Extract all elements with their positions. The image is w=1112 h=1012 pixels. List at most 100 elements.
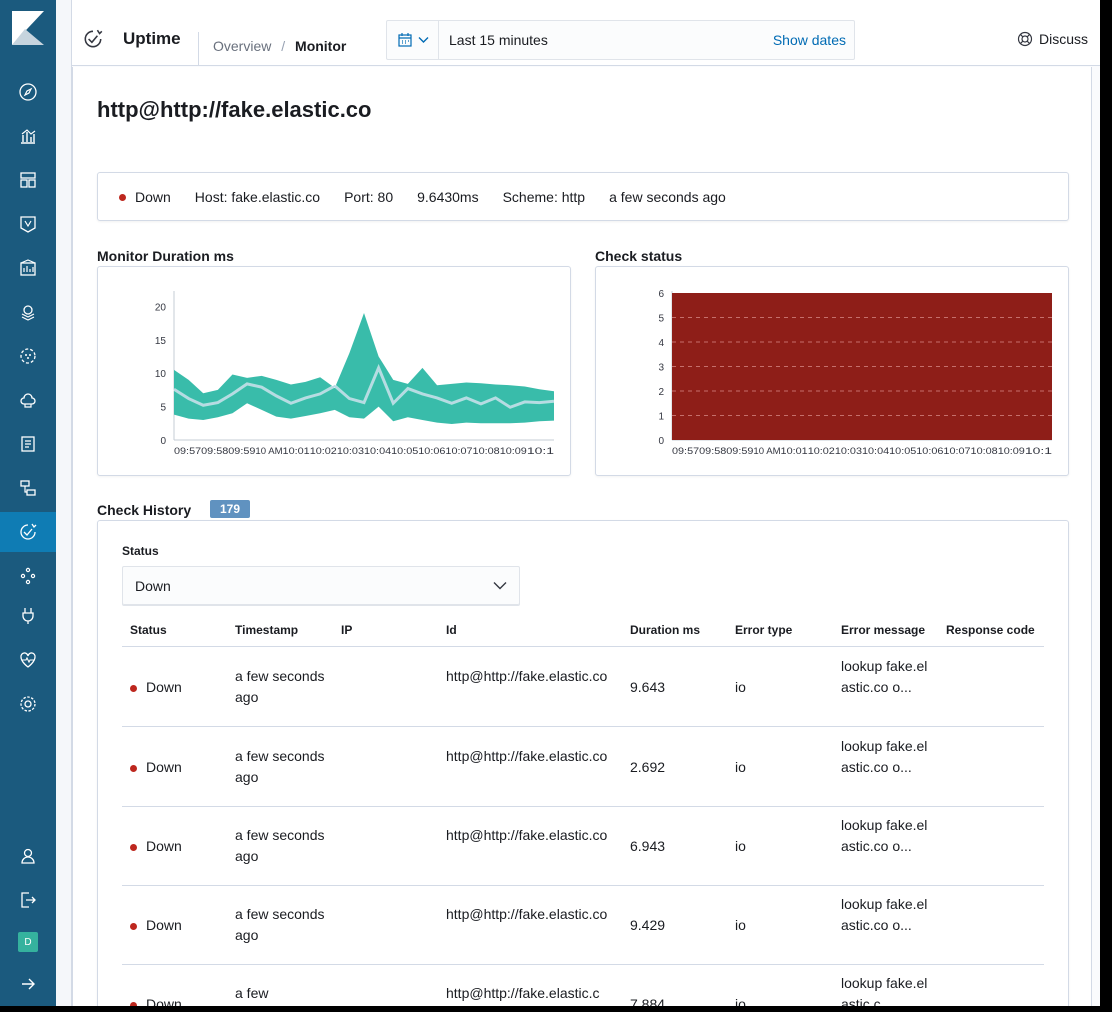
row-error-type: io — [735, 838, 746, 854]
x-tick-label: 10:1 — [527, 446, 554, 456]
ml-icon[interactable] — [0, 292, 56, 332]
row-id: http@http://fake.elastic.co — [446, 748, 608, 764]
status-filter-select[interactable]: Down — [122, 566, 520, 606]
col-error-message[interactable]: Error message — [841, 623, 925, 637]
table-row: Down a few seconds ago http@http://fake.… — [122, 806, 1044, 886]
x-tick-label: 10:03 — [835, 446, 862, 456]
row-duration: 2.692 — [630, 759, 666, 775]
x-tick-label: 10 AM — [255, 446, 282, 456]
row-error-message[interactable]: lookup fake.elastic.co o... — [841, 736, 931, 778]
monitoring-icon[interactable] — [0, 596, 56, 636]
discover-icon[interactable] — [0, 72, 56, 112]
col-response-code[interactable]: Response code — [946, 623, 1035, 637]
table-row: Down a few seconds ago http@http://fake.… — [122, 727, 1044, 807]
row-error-type: io — [735, 917, 746, 933]
check-history-panel: Status Down Status Timestamp IP Id Durat… — [97, 520, 1069, 1006]
row-timestamp: a few seconds ago — [235, 827, 325, 864]
row-error-message[interactable]: lookup fake.elastic.co o... — [841, 894, 931, 936]
date-range-text[interactable]: Last 15 minutes — [449, 32, 548, 48]
chevron-down-icon — [493, 582, 507, 590]
row-status-text: Down — [146, 759, 182, 775]
x-tick-label: 10:09 — [998, 446, 1025, 456]
col-id[interactable]: Id — [446, 623, 457, 637]
date-picker: Last 15 minutes Show dates — [386, 20, 855, 60]
col-status[interactable]: Status — [130, 623, 167, 637]
row-status-text: Down — [146, 917, 182, 933]
collapse-icon[interactable] — [0, 964, 56, 1004]
row-error-message[interactable]: lookup fake.elastic.c — [841, 973, 931, 1006]
row-id: http@http://fake.elastic.c — [446, 985, 600, 1001]
show-dates-link[interactable]: Show dates — [773, 32, 846, 48]
col-error-type[interactable]: Error type — [735, 623, 792, 637]
x-tick-label: 10:04 — [862, 446, 889, 456]
row-status: Down — [130, 677, 182, 698]
y-tick-label: 3 — [658, 363, 664, 374]
side-nav: D — [0, 0, 56, 1006]
x-tick-label: 10:05 — [889, 446, 916, 456]
canvas-icon[interactable] — [0, 204, 56, 244]
status-dot — [119, 194, 126, 202]
visualize-icon[interactable] — [0, 116, 56, 156]
heartbeat-icon[interactable] — [0, 640, 56, 680]
breadcrumb-overview[interactable]: Overview — [213, 38, 271, 54]
duration-chart-panel: 0 5 10 15 20 09:57 09:58 09:59 10 AM 10:01 10:02 10… — [97, 266, 571, 476]
x-tick-label: 10:09 — [500, 446, 527, 456]
table-row: Down a few http@http://fake.elastic.c 7.… — [122, 964, 1044, 1006]
duration-chart: 0510152009:57 09:58 09:59 10 AM 10:01 10:02 10… — [155, 291, 555, 456]
uptime-icon[interactable] — [0, 512, 56, 552]
quick-select-button[interactable] — [387, 21, 439, 59]
status-dot — [130, 922, 137, 930]
x-tick-label: 09:58 — [699, 446, 726, 456]
top-bar: Uptime Overview / Monitor Last 15 minute… — [72, 0, 1100, 66]
row-status: Down — [130, 757, 182, 778]
col-ip[interactable]: IP — [341, 623, 352, 637]
row-error-type: io — [735, 759, 746, 775]
logout-icon[interactable] — [0, 880, 56, 920]
maps-icon[interactable] — [0, 248, 56, 288]
y-tick-label: 5 — [658, 314, 664, 325]
table-row: Down a few seconds ago http@http://fake.… — [122, 647, 1044, 727]
apm-icon[interactable] — [0, 424, 56, 464]
x-tick-label: 10:06 — [418, 446, 445, 456]
duration-chart-title: Monitor Duration ms — [97, 248, 234, 264]
nav-separator — [56, 0, 72, 1006]
x-tick-label: 10:04 — [364, 446, 391, 456]
y-tick-label: 10 — [155, 369, 167, 380]
x-tick-label: 10:05 — [391, 446, 418, 456]
dashboard-icon[interactable] — [0, 160, 56, 200]
row-error-message[interactable]: lookup fake.elastic.co o... — [841, 656, 931, 698]
monitor-status-bar: Down Host: fake.elastic.co Port: 80 9.64… — [97, 172, 1069, 221]
row-timestamp: a few seconds ago — [235, 668, 325, 705]
breadcrumb-divider — [198, 32, 199, 66]
x-tick-label: 10:1 — [1025, 446, 1052, 456]
row-id: http@http://fake.elastic.co — [446, 827, 608, 843]
user-icon[interactable] — [0, 836, 56, 876]
row-timestamp: a few — [235, 985, 269, 1001]
x-tick-label: 10:02 — [310, 446, 337, 456]
user-avatar[interactable]: D — [0, 922, 56, 962]
col-duration[interactable]: Duration ms — [630, 623, 700, 637]
discuss-button[interactable]: Discuss — [1017, 31, 1088, 47]
x-tick-label: 09:57 — [174, 446, 201, 456]
row-error-message[interactable]: lookup fake.elastic.co o... — [841, 815, 931, 857]
x-tick-label: 10:07 — [943, 446, 970, 456]
x-tick-label: 10:03 — [337, 446, 364, 456]
kibana-logo[interactable] — [0, 0, 56, 56]
x-tick-label: 09:59 — [726, 446, 753, 456]
infrastructure-icon[interactable] — [0, 336, 56, 376]
logs-icon[interactable] — [0, 380, 56, 420]
x-tick-label: 09:57 — [672, 446, 699, 456]
row-id: http@http://fake.elastic.co — [446, 906, 608, 922]
graph-icon[interactable] — [0, 468, 56, 508]
breadcrumb: Overview / Monitor — [213, 38, 346, 54]
row-duration: 9.643 — [630, 679, 666, 695]
col-timestamp[interactable]: Timestamp — [235, 623, 298, 637]
breadcrumb-monitor: Monitor — [295, 38, 347, 54]
app-title[interactable]: Uptime — [123, 29, 181, 49]
y-tick-label: 0 — [160, 436, 166, 447]
y-tick-label: 2 — [658, 387, 664, 398]
dev-tools-icon[interactable] — [0, 556, 56, 596]
row-status: Down — [130, 836, 182, 857]
management-icon[interactable] — [0, 684, 56, 724]
table-row: Down a few seconds ago http@http://fake.… — [122, 885, 1044, 965]
